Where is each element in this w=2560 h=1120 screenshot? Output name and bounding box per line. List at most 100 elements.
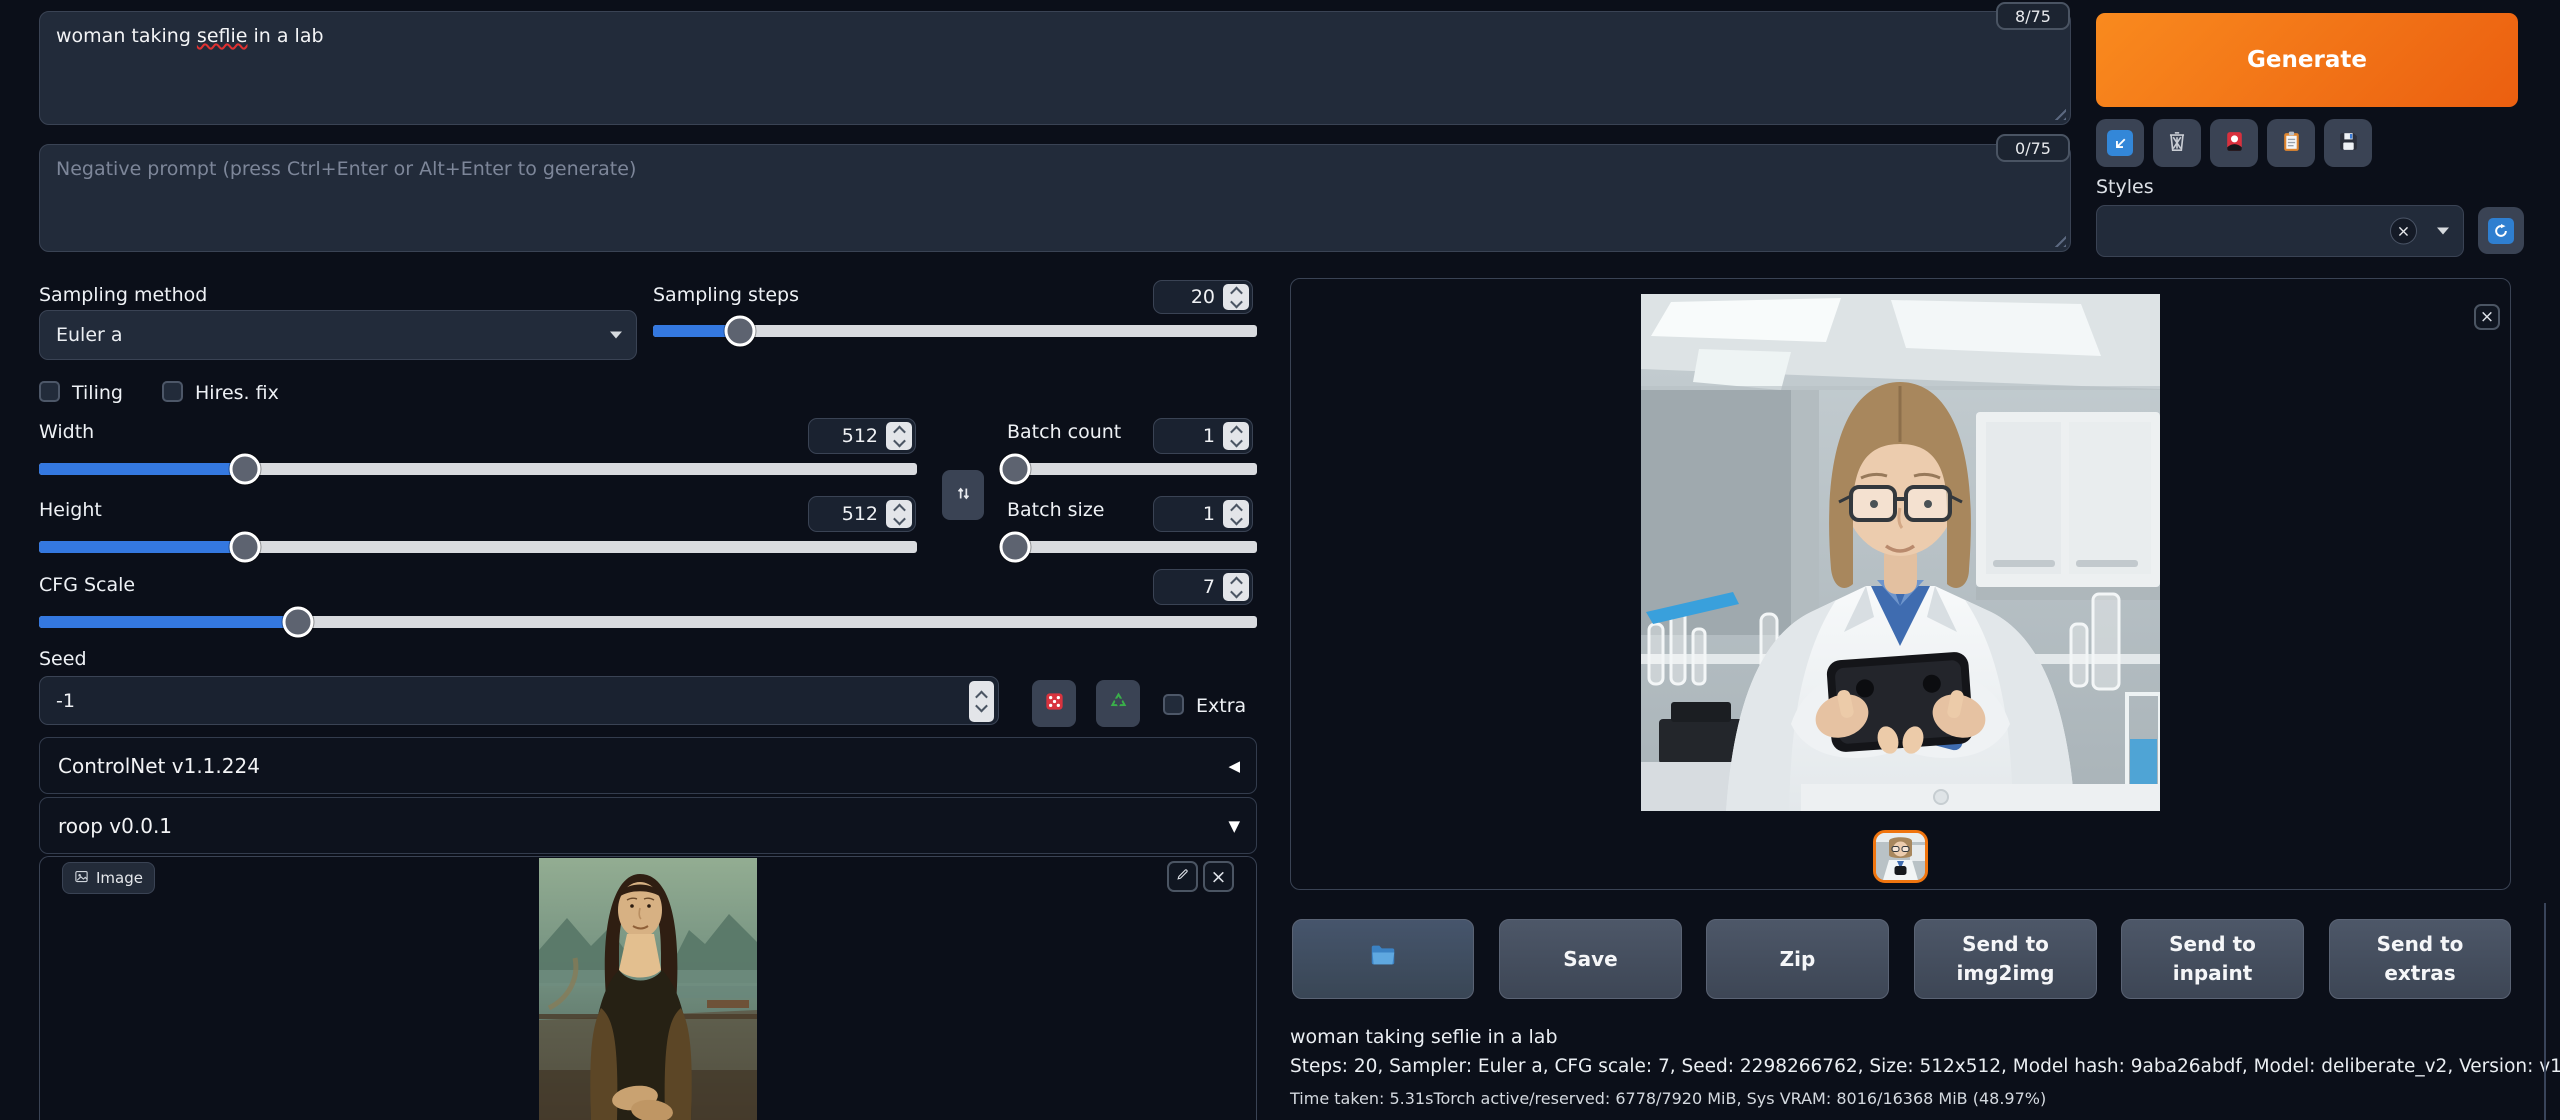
seed-label: Seed: [39, 648, 87, 670]
misspelled-word: seflie: [197, 25, 248, 47]
card-icon: [2222, 129, 2247, 158]
spinner-icon[interactable]: [1223, 573, 1249, 601]
txt2img-page: { "prompt": { "text_before": "woman taki…: [0, 0, 2560, 1120]
image-tab[interactable]: Image: [62, 862, 155, 894]
negative-prompt-input[interactable]: Negative prompt (press Ctrl+Enter or Alt…: [39, 144, 2071, 252]
folder-icon: [1368, 940, 1398, 978]
controlnet-accordion[interactable]: ControlNet v1.1.224 ◀: [39, 737, 1257, 794]
clipboard-icon: [2279, 129, 2304, 158]
negative-placeholder: Negative prompt (press Ctrl+Enter or Alt…: [56, 158, 636, 180]
read-last-prompt-button[interactable]: [2096, 119, 2144, 167]
reuse-seed-button[interactable]: [1096, 680, 1140, 727]
chevron-down-icon: [610, 332, 622, 339]
send-to-extras-button[interactable]: Send to extras: [2329, 919, 2511, 999]
save-style-button[interactable]: [2324, 119, 2372, 167]
spinner-icon[interactable]: [886, 500, 912, 528]
spinner-icon[interactable]: [969, 681, 994, 722]
resize-grip-icon[interactable]: [2053, 234, 2066, 247]
accordion-collapsed-icon: ◀: [1228, 757, 1240, 775]
sampling-method-value: Euler a: [56, 324, 123, 346]
styles-dropdown[interactable]: ×: [2096, 205, 2464, 257]
apply-style-button[interactable]: [2267, 119, 2315, 167]
height-slider[interactable]: [39, 541, 917, 553]
arrow-down-left-icon: [2107, 130, 2133, 156]
cfg-scale-slider[interactable]: [39, 616, 1257, 628]
gallery-thumbnail[interactable]: [1873, 830, 1928, 883]
spinner-icon[interactable]: [886, 422, 912, 450]
zip-button[interactable]: Zip: [1706, 919, 1889, 999]
spinner-icon[interactable]: [1223, 422, 1249, 450]
close-icon: ×: [2480, 307, 2494, 327]
image-icon: [74, 869, 89, 888]
swap-dimensions-button[interactable]: [942, 470, 984, 520]
generate-button[interactable]: Generate: [2096, 13, 2518, 107]
prompt-token-counter: 8/75: [1996, 2, 2070, 30]
slider-handle[interactable]: [999, 532, 1030, 563]
sampling-method-dropdown[interactable]: Euler a: [39, 310, 637, 360]
batch-count-slider[interactable]: [1007, 463, 1257, 475]
sampling-method-label: Sampling method: [39, 284, 207, 306]
scrollbar-track[interactable]: [2544, 903, 2546, 1120]
refresh-icon: [2488, 218, 2514, 244]
slider-handle[interactable]: [283, 607, 314, 638]
tiling-checkbox[interactable]: [39, 381, 60, 402]
batch-count-label: Batch count: [1007, 421, 1121, 443]
extra-seed-checkbox[interactable]: [1163, 694, 1184, 715]
chevron-down-icon: [2437, 228, 2449, 235]
send-to-inpaint-button[interactable]: Send to inpaint: [2121, 919, 2304, 999]
sampling-steps-slider[interactable]: [653, 325, 1257, 337]
save-button[interactable]: Save: [1499, 919, 1682, 999]
close-gallery-button[interactable]: ×: [2474, 304, 2500, 330]
dice-icon: [1043, 690, 1066, 717]
seed-input[interactable]: -1: [39, 676, 999, 725]
clear-image-button[interactable]: ×: [1203, 861, 1234, 892]
batch-count-input[interactable]: 1: [1153, 418, 1253, 454]
accordion-expanded-icon: ▼: [1228, 817, 1240, 835]
swap-dimensions-icon: [955, 485, 972, 506]
batch-size-label: Batch size: [1007, 499, 1105, 521]
spinner-icon[interactable]: [1223, 284, 1249, 310]
random-seed-button[interactable]: [1032, 680, 1076, 727]
styles-clear-button[interactable]: ×: [2390, 218, 2417, 245]
sampling-steps-input[interactable]: 20: [1153, 280, 1253, 314]
slider-handle[interactable]: [724, 316, 755, 347]
slider-handle[interactable]: [230, 454, 261, 485]
hires-fix-label: Hires. fix: [195, 382, 279, 404]
slider-handle[interactable]: [999, 454, 1030, 485]
resize-grip-icon[interactable]: [2053, 107, 2066, 120]
sampling-steps-label: Sampling steps: [653, 284, 799, 306]
close-icon: ×: [1211, 866, 1227, 888]
prompt-text: woman taking seflie in a lab: [56, 25, 324, 47]
spinner-icon[interactable]: [1223, 500, 1249, 528]
generated-image[interactable]: [1641, 294, 2160, 811]
clear-prompt-button[interactable]: [2153, 119, 2201, 167]
hires-fix-checkbox[interactable]: [162, 381, 183, 402]
height-label: Height: [39, 499, 102, 521]
extra-networks-button[interactable]: [2210, 119, 2258, 167]
output-params: Steps: 20, Sampler: Euler a, CFG scale: …: [1290, 1056, 2560, 1077]
floppy-icon: [2336, 129, 2361, 158]
recycle-icon: [1107, 690, 1130, 717]
width-input[interactable]: 512: [808, 418, 916, 454]
roop-label: roop v0.0.1: [58, 814, 172, 838]
prompt-input[interactable]: woman taking seflie in a lab: [39, 11, 2071, 125]
roop-source-image[interactable]: [539, 858, 757, 1120]
batch-size-input[interactable]: 1: [1153, 496, 1253, 532]
slider-handle[interactable]: [230, 532, 261, 563]
cfg-scale-input[interactable]: 7: [1153, 569, 1253, 605]
refresh-styles-button[interactable]: [2478, 207, 2524, 254]
send-to-img2img-button[interactable]: Send to img2img: [1914, 919, 2097, 999]
negative-token-counter: 0/75: [1996, 134, 2070, 162]
styles-label: Styles: [2096, 176, 2154, 198]
extra-seed-label: Extra: [1196, 695, 1246, 717]
width-label: Width: [39, 421, 94, 443]
controlnet-label: ControlNet v1.1.224: [58, 754, 260, 778]
batch-size-slider[interactable]: [1007, 541, 1257, 553]
cfg-scale-label: CFG Scale: [39, 574, 135, 596]
output-time-info: Time taken: 5.31sTorch active/reserved: …: [1290, 1089, 2046, 1108]
height-input[interactable]: 512: [808, 496, 916, 532]
open-folder-button[interactable]: [1292, 919, 1474, 999]
roop-accordion[interactable]: roop v0.0.1 ▼: [39, 797, 1257, 854]
width-slider[interactable]: [39, 463, 917, 475]
edit-image-button[interactable]: [1167, 861, 1198, 892]
